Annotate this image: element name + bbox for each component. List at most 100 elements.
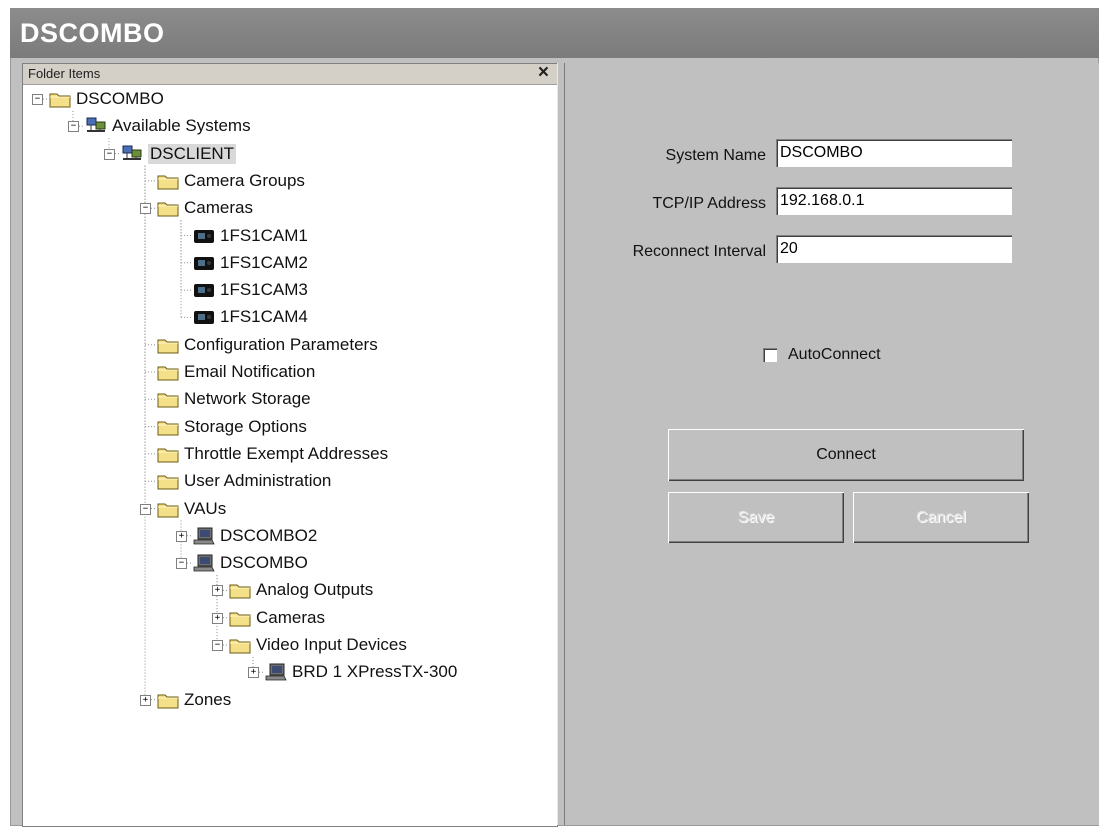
pane-header: Folder Items × xyxy=(23,62,557,85)
folder-icon xyxy=(157,475,179,490)
tcpip-address-field[interactable] xyxy=(776,187,1012,215)
cancel-button[interactable]: Cancel xyxy=(853,492,1029,543)
save-button[interactable]: Save xyxy=(668,492,844,543)
window-title: DSCOMBO xyxy=(20,18,165,48)
system-name-label: System Name xyxy=(665,147,766,164)
camera-icon xyxy=(194,256,214,270)
expand-icon[interactable]: + xyxy=(248,667,259,679)
camera-icon xyxy=(194,311,214,325)
folder-icon xyxy=(49,93,71,108)
collapse-icon[interactable]: − xyxy=(140,503,151,515)
computer-icon xyxy=(265,663,287,681)
tree-item-label: Throttle Exempt Addresses xyxy=(184,443,389,463)
expand-icon[interactable]: + xyxy=(140,694,151,706)
cancel-button-label: Cancel xyxy=(916,508,966,526)
pane-splitter[interactable] xyxy=(557,63,565,825)
tree-item[interactable]: Cameras xyxy=(157,196,253,220)
collapse-icon[interactable]: − xyxy=(68,121,79,133)
tree-item[interactable]: 1FS1CAM3 xyxy=(193,278,308,302)
collapse-icon[interactable]: − xyxy=(212,640,223,651)
tree-item[interactable]: Storage Options xyxy=(157,415,307,439)
save-button-label: Save xyxy=(737,508,775,526)
tree-item-label: Camera Groups xyxy=(184,170,305,190)
tree-item[interactable]: VAUs xyxy=(157,497,226,521)
folder-tree: DSCOMBO − Available Systems − DSCLIENT − Camer… xyxy=(23,84,557,824)
tree-item-label: Available Systems xyxy=(112,116,251,136)
tree-item-label: Zones xyxy=(184,689,232,709)
folder-icon xyxy=(229,639,251,654)
expand-icon[interactable]: + xyxy=(176,530,187,542)
tree-item[interactable]: Email Notification xyxy=(157,360,315,384)
tree-item-label: DSCLIENT xyxy=(148,143,237,164)
tree-item[interactable]: Video Input Devices xyxy=(229,633,407,657)
tree-item-label: VAUs xyxy=(184,498,227,518)
network-systems-icon xyxy=(122,145,142,160)
reconnect-interval-field[interactable] xyxy=(776,235,1012,263)
tree-item[interactable]: 1FS1CAM4 xyxy=(193,305,308,329)
system-properties-pane: System Name TCP/IP Address Reconnect Int… xyxy=(566,63,1099,825)
network-systems-icon xyxy=(86,117,106,133)
computer-icon xyxy=(193,554,215,572)
tree-item-label: Storage Options xyxy=(184,416,307,436)
tree-item[interactable]: Camera Groups xyxy=(157,169,305,193)
collapse-icon[interactable]: − xyxy=(176,558,187,570)
tree-item-label: 1FS1CAM1 xyxy=(220,225,308,245)
folder-icon xyxy=(229,584,251,599)
tree-item-label: 1FS1CAM4 xyxy=(220,307,308,327)
tree-item[interactable]: BRD 1 XPressTX-300 xyxy=(265,660,457,684)
tree-item[interactable]: Analog Outputs xyxy=(229,578,373,602)
folder-icon xyxy=(157,421,179,436)
tree-item[interactable]: User Administration xyxy=(157,469,331,493)
computer-icon xyxy=(193,527,215,545)
tree-item-label: 1FS1CAM2 xyxy=(220,252,308,272)
tree-item[interactable]: 1FS1CAM1 xyxy=(193,224,308,248)
tree-item-label: Network Storage xyxy=(184,389,311,409)
tree-item-label: Cameras xyxy=(256,607,325,627)
autoconnect-label: AutoConnect xyxy=(788,346,881,363)
expand-icon[interactable]: + xyxy=(212,585,223,597)
tree-item[interactable]: Available Systems xyxy=(85,114,251,138)
tree-item-label: DSCOMBO2 xyxy=(220,525,318,545)
tree-item-label: Analog Outputs xyxy=(256,580,374,600)
tree-item[interactable]: 1FS1CAM2 xyxy=(193,251,308,275)
tree-item[interactable]: Cameras xyxy=(229,606,325,630)
tree-item[interactable]: Throttle Exempt Addresses xyxy=(157,442,388,466)
tree-item-label: Configuration Parameters xyxy=(184,334,378,354)
tree-item-label: Email Notification xyxy=(184,362,316,381)
tree-item-label: BRD 1 XPressTX-300 xyxy=(292,662,458,682)
tree-item[interactable]: DSCOMBO2 xyxy=(193,524,317,548)
tree-item-label: Video Input Devices xyxy=(256,635,407,654)
folder-items-pane: Folder Items × DSCOMBO − Available Systems… xyxy=(22,62,558,827)
reconnect-interval-label: Reconnect Interval xyxy=(632,243,766,260)
expand-icon[interactable]: + xyxy=(212,612,223,624)
pane-header-label: Folder Items xyxy=(28,66,101,81)
close-icon[interactable]: × xyxy=(538,62,549,84)
collapse-icon[interactable]: − xyxy=(140,203,151,215)
folder-icon xyxy=(157,503,179,517)
connect-button[interactable]: Connect xyxy=(668,429,1024,481)
tree-item[interactable]: Zones xyxy=(157,688,231,712)
tree-item-label: User Administration xyxy=(184,471,332,491)
tree-item[interactable]: DSCLIENT xyxy=(121,142,237,166)
collapse-icon[interactable]: − xyxy=(32,94,43,105)
tree-item-label: Cameras xyxy=(184,198,253,218)
tree-item-label: 1FS1CAM3 xyxy=(220,280,308,300)
folder-icon xyxy=(157,175,179,190)
tree-item[interactable]: Network Storage xyxy=(157,387,311,411)
tree-item-label: DSCOMBO xyxy=(76,89,164,108)
tree-item[interactable]: Configuration Parameters xyxy=(157,333,378,357)
folder-icon xyxy=(157,339,179,354)
folder-icon xyxy=(157,393,179,408)
tree-item-label: DSCOMBO xyxy=(220,553,308,573)
camera-icon xyxy=(194,284,214,298)
autoconnect-checkbox[interactable] xyxy=(763,348,777,362)
tree-item[interactable]: DSCOMBO xyxy=(193,551,308,575)
collapse-icon[interactable]: − xyxy=(104,148,115,160)
system-name-field[interactable] xyxy=(776,139,1012,167)
folder-icon xyxy=(229,612,251,627)
connect-button-label: Connect xyxy=(816,446,876,463)
folder-icon xyxy=(157,366,179,381)
app-window: DSCOMBO Folder Items × DSCOMBO − Available… xyxy=(10,8,1099,827)
tree-item[interactable]: DSCOMBO xyxy=(49,87,164,111)
title-bar[interactable]: DSCOMBO xyxy=(10,8,1099,58)
